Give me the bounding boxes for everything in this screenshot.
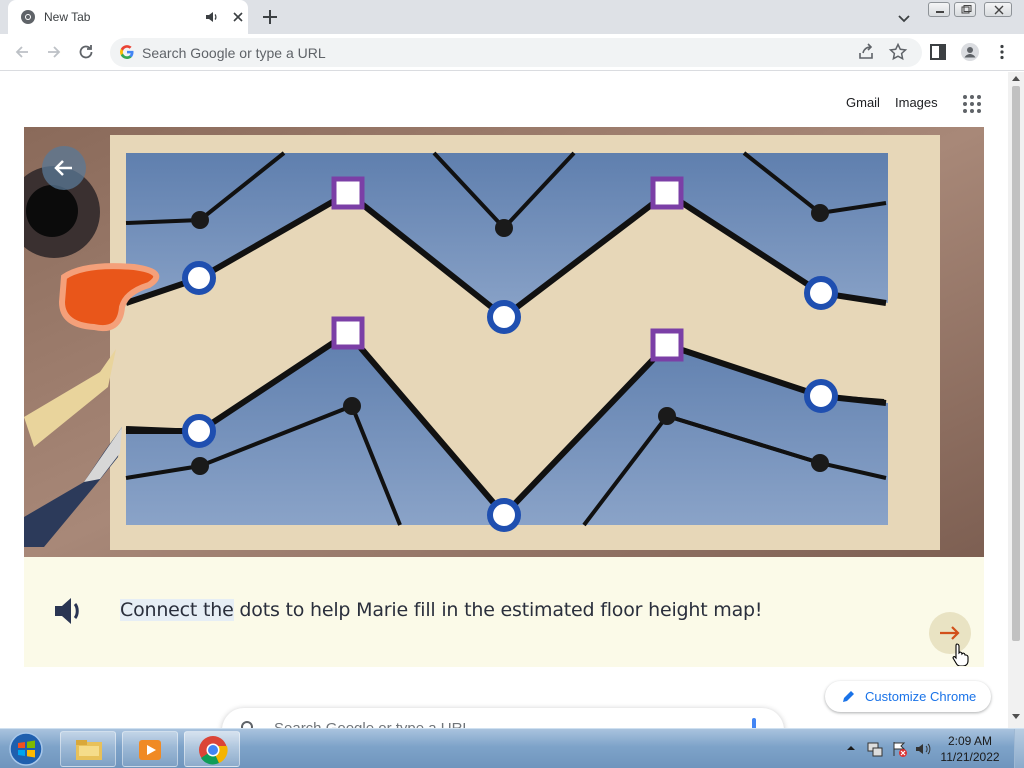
action-center-icon[interactable] xyxy=(890,740,908,758)
clock-date: 11/21/2022 xyxy=(940,750,1000,764)
taskbar-chrome[interactable] xyxy=(184,731,240,767)
browser-toolbar xyxy=(0,34,1024,71)
tab-title: New Tab xyxy=(44,10,91,24)
chrome-favicon xyxy=(21,10,35,24)
pencil-icon xyxy=(843,691,854,702)
forward-icon[interactable] xyxy=(44,42,64,62)
ntp-search-box[interactable]: Search Google or type a URL xyxy=(222,708,784,728)
tab-strip: New Tab xyxy=(0,0,1024,34)
tab-new-tab[interactable]: New Tab xyxy=(8,0,248,34)
doodle-caption-text: Connect the dots to help Marie fill in t… xyxy=(120,599,763,621)
media-player-icon xyxy=(139,740,161,760)
taskbar-explorer[interactable] xyxy=(60,731,116,767)
taskbar-media-player[interactable] xyxy=(122,731,178,767)
network-icon[interactable] xyxy=(866,740,884,758)
star-icon[interactable] xyxy=(888,42,908,62)
windows-start-icon[interactable] xyxy=(6,731,46,767)
windows-taskbar: 2:09 AM 11/21/2022 xyxy=(0,728,1024,768)
images-link[interactable]: Images xyxy=(895,95,938,110)
clock-time: 2:09 AM xyxy=(947,734,993,748)
audio-icon[interactable] xyxy=(204,9,220,25)
speaker-icon[interactable] xyxy=(52,594,86,628)
share-icon[interactable] xyxy=(856,42,876,62)
new-tab-page: Gmail Images Connect the dots to help Ma… xyxy=(0,72,1008,728)
restore-button[interactable] xyxy=(954,2,976,17)
chrome-icon xyxy=(199,736,228,765)
doodle-back-button[interactable] xyxy=(42,146,86,190)
page-scrollbar[interactable] xyxy=(1008,72,1024,728)
plus-icon[interactable] xyxy=(258,6,282,28)
folder-icon xyxy=(76,740,102,760)
taskbar-clock[interactable]: 2:09 AM 11/21/2022 xyxy=(930,733,1010,765)
scroll-down-icon[interactable] xyxy=(1012,714,1020,720)
hand-cursor-icon xyxy=(952,643,969,666)
ntp-search-placeholder: Search Google or type a URL xyxy=(274,720,471,728)
omnibox-input[interactable] xyxy=(142,42,822,63)
profile-icon[interactable] xyxy=(960,42,980,62)
minimize-button[interactable] xyxy=(928,2,950,17)
customize-chrome-button[interactable]: Customize Chrome xyxy=(825,681,991,712)
caption-rest: dots to help Marie fill in the estimated… xyxy=(233,599,763,621)
gmail-link[interactable]: Gmail xyxy=(846,95,880,110)
back-arrow-icon xyxy=(54,160,72,176)
back-icon[interactable] xyxy=(12,42,32,62)
customize-label: Customize Chrome xyxy=(865,689,977,704)
side-panel-icon[interactable] xyxy=(928,42,948,62)
reload-icon[interactable] xyxy=(76,42,96,62)
kebab-menu-icon[interactable] xyxy=(992,42,1012,62)
google-g-icon xyxy=(120,45,134,59)
search-icon xyxy=(241,721,253,728)
tray-expand-icon[interactable] xyxy=(846,743,856,753)
doodle-caption-bar: Connect the dots to help Marie fill in t… xyxy=(24,557,984,667)
caption-highlight: Connect the xyxy=(120,599,234,621)
doodle-game-canvas[interactable] xyxy=(24,127,984,557)
chevron-down-icon[interactable] xyxy=(894,8,914,28)
apps-grid-icon[interactable] xyxy=(962,94,982,114)
scrollbar-thumb[interactable] xyxy=(1012,86,1020,641)
show-desktop-button[interactable] xyxy=(1014,729,1024,768)
omnibox[interactable] xyxy=(110,38,922,67)
close-icon[interactable] xyxy=(230,9,246,25)
scroll-up-icon[interactable] xyxy=(1012,75,1020,81)
microphone-icon[interactable] xyxy=(752,718,756,728)
window-close-button[interactable] xyxy=(984,2,1012,17)
